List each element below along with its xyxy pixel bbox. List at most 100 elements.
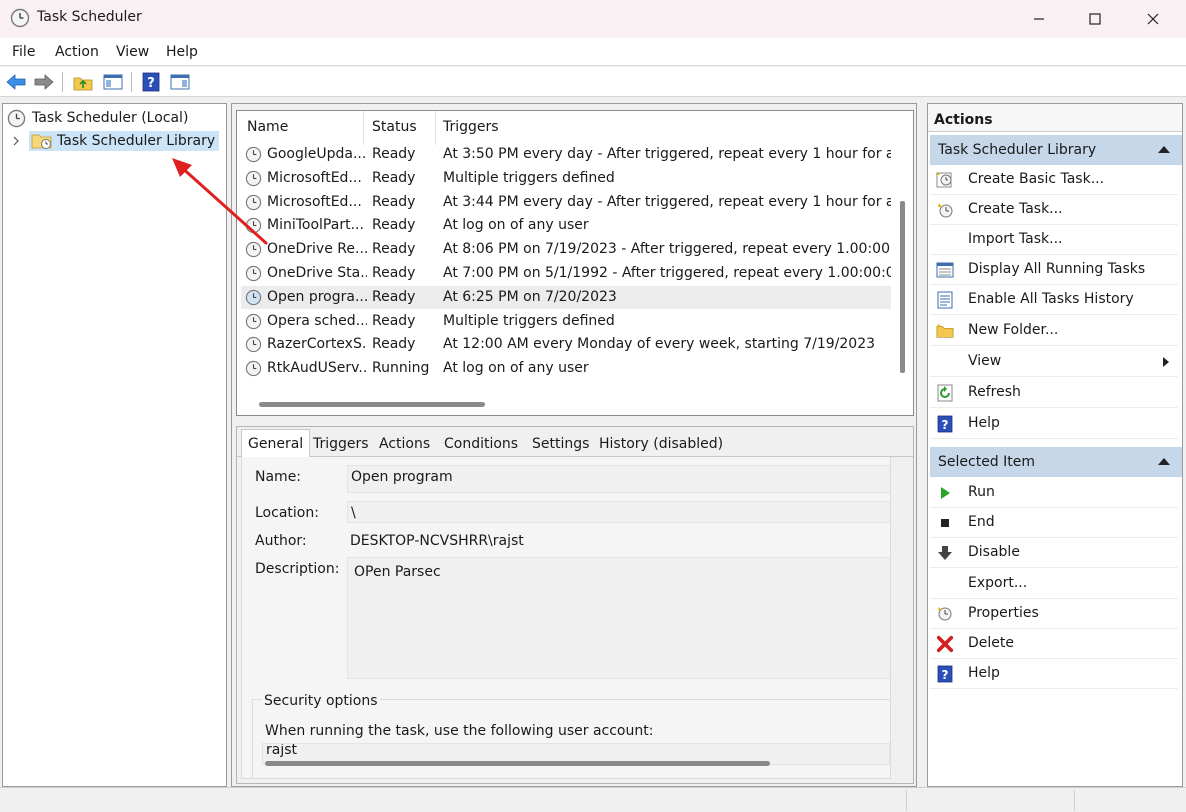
menu-file[interactable]: File	[12, 44, 35, 60]
name-label: Name:	[255, 469, 302, 485]
show-hide-action-pane-button[interactable]	[169, 71, 191, 93]
minimize-button[interactable]	[1010, 0, 1068, 38]
details-horizontal-scrollbar[interactable]	[265, 761, 770, 766]
action-label: Display All Running Tasks	[968, 261, 1146, 277]
task-status: Ready	[372, 312, 416, 329]
tab-history[interactable]: History (disabled)	[593, 432, 729, 457]
show-hide-console-tree-icon	[103, 74, 123, 90]
action-display-all-running-tasks[interactable]: Display All Running Tasks	[930, 255, 1178, 285]
task-triggers: At 7:00 PM on 5/1/1992 - After triggered…	[443, 265, 891, 281]
name-field[interactable]: Open program	[347, 465, 890, 493]
task-list-horizontal-scrollbar[interactable]	[259, 402, 485, 407]
run-icon	[936, 484, 954, 502]
task-clock-icon	[245, 218, 262, 234]
action-disable[interactable]: Disable	[930, 538, 1178, 569]
action-label: New Folder...	[968, 322, 1059, 338]
maximize-button[interactable]	[1066, 0, 1124, 38]
action-import-task[interactable]: Import Task...	[930, 225, 1178, 255]
create-basic-task-icon	[936, 171, 954, 189]
table-row[interactable]: MicrosoftEd... Ready At 3:44 PM every day …	[241, 191, 891, 214]
column-divider[interactable]	[363, 111, 364, 145]
tab-actions[interactable]: Actions	[373, 432, 436, 457]
tree-item-label: Task Scheduler (Local)	[32, 110, 189, 126]
action-refresh[interactable]: Refresh	[930, 378, 1178, 408]
show-hide-console-tree-button[interactable]	[102, 71, 124, 93]
tasks-history-icon	[936, 291, 954, 309]
action-label: Disable	[968, 544, 1020, 561]
section-header-selected-item[interactable]: Selected Item	[930, 447, 1182, 477]
action-delete[interactable]: Delete	[930, 629, 1178, 659]
task-name: Opera sched...	[267, 312, 367, 329]
column-divider[interactable]	[435, 111, 436, 145]
action-create-basic-task[interactable]: Create Basic Task...	[930, 165, 1178, 195]
chevron-up-icon[interactable]	[1158, 458, 1170, 465]
chevron-up-icon[interactable]	[1158, 146, 1170, 153]
up-folder-button[interactable]	[72, 71, 94, 93]
table-row[interactable]: Opera sched... Ready Multiple triggers def…	[241, 310, 891, 333]
task-name: MicrosoftEd...	[267, 193, 362, 210]
tab-conditions[interactable]: Conditions	[438, 432, 524, 457]
task-triggers: At log on of any user	[443, 217, 589, 234]
clock-icon	[7, 109, 26, 127]
description-field[interactable]: OPen Parsec	[347, 557, 890, 679]
action-new-folder[interactable]: New Folder...	[930, 316, 1178, 346]
action-export[interactable]: Export...	[930, 569, 1178, 599]
tree-item-task-scheduler-local[interactable]: Task Scheduler (Local)	[7, 107, 188, 129]
disable-icon	[936, 544, 954, 562]
tab-triggers[interactable]: Triggers	[307, 432, 375, 457]
tab-general[interactable]: General	[241, 429, 311, 458]
task-scheduler-clock-icon	[10, 8, 30, 28]
task-list: Name Status Triggers GoogleUpda... Ready A…	[236, 110, 914, 416]
section-header-task-scheduler-library[interactable]: Task Scheduler Library	[930, 135, 1182, 165]
menu-action[interactable]: Action	[55, 44, 99, 60]
action-help[interactable]: ? Help	[930, 659, 1178, 690]
action-label: End	[968, 514, 995, 531]
task-clock-icon	[245, 313, 262, 329]
action-properties[interactable]: Properties	[930, 599, 1178, 629]
tree-item-task-scheduler-library[interactable]: Task Scheduler Library	[11, 130, 220, 152]
table-row[interactable]: RtkAudUServ... Running At log on of any us…	[241, 357, 891, 380]
action-label: Create Task...	[968, 201, 1063, 217]
column-header-triggers[interactable]: Triggers	[443, 119, 499, 135]
toolbar-separator	[131, 72, 132, 92]
description-label: Description:	[255, 561, 340, 577]
menu-bar: File Action View Help	[0, 38, 1186, 66]
help-icon: ?	[936, 415, 954, 433]
action-label: Delete	[968, 635, 1014, 651]
task-name: RazerCortexS...	[267, 336, 367, 353]
column-header-name[interactable]: Name	[247, 119, 288, 135]
table-row[interactable]: MiniToolPart... Ready At log on of any use…	[241, 214, 891, 237]
create-task-icon	[936, 201, 954, 219]
table-row[interactable]: RazerCortexS... Ready At 12:00 AM every Mo…	[241, 333, 891, 356]
action-end[interactable]: End	[930, 508, 1178, 539]
close-button[interactable]	[1124, 0, 1182, 38]
table-row[interactable]: OneDrive Sta... Ready At 7:00 PM on 5/1/19…	[241, 262, 891, 285]
task-list-vertical-scrollbar[interactable]	[900, 201, 905, 373]
action-enable-all-tasks-history[interactable]: Enable All Tasks History	[930, 285, 1178, 315]
author-label: Author:	[255, 533, 307, 549]
action-run[interactable]: Run	[930, 478, 1178, 508]
action-view[interactable]: View	[930, 347, 1178, 377]
table-row[interactable]: Open progra... Ready At 6:25 PM on 7/20/20…	[241, 285, 891, 309]
forward-button[interactable]	[33, 71, 55, 93]
action-help[interactable]: ? Help	[930, 409, 1178, 439]
user-account-value: rajst	[266, 743, 298, 758]
table-row[interactable]: OneDrive Re... Ready At 8:06 PM on 7/19/20…	[241, 238, 891, 261]
location-value: \	[351, 505, 356, 521]
security-options-group	[252, 699, 890, 778]
actions-pane: Actions Task Scheduler Library Create Ba…	[927, 103, 1183, 787]
status-bar-divider	[906, 790, 907, 811]
menu-help[interactable]: Help	[166, 44, 198, 60]
end-icon	[936, 514, 954, 532]
table-row[interactable]: MicrosoftEd... Ready Multiple triggers def…	[241, 167, 891, 190]
tab-settings[interactable]: Settings	[526, 432, 595, 457]
table-row[interactable]: GoogleUpda... Ready At 3:50 PM every day -…	[241, 143, 891, 166]
menu-view[interactable]: View	[116, 44, 149, 60]
task-status: Running	[372, 360, 430, 377]
chevron-right-icon[interactable]	[11, 136, 21, 146]
column-header-status[interactable]: Status	[372, 119, 417, 135]
toolbar: ?	[0, 67, 1186, 97]
action-create-task[interactable]: Create Task...	[930, 195, 1178, 225]
back-button[interactable]	[5, 71, 27, 93]
help-button[interactable]: ?	[140, 71, 162, 93]
